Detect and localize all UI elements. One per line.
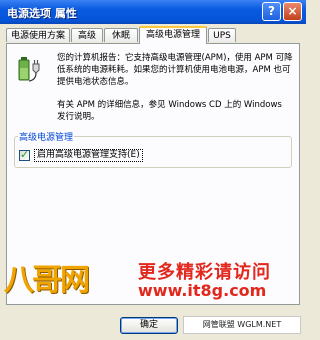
ok-button[interactable]: 确定 [120, 317, 178, 334]
tab-hibernate[interactable]: 休眠 [104, 28, 138, 42]
help-icon[interactable]: ? [262, 2, 281, 21]
apm-group-label: 高级电源管理 [18, 130, 75, 143]
window-title: 电源选项 属性 [7, 7, 77, 20]
site-watermark: 八哥网 更多精彩请访问 www.it8g.com [0, 255, 306, 315]
enable-apm-checkbox[interactable]: ✓ [19, 147, 30, 161]
tab-apm[interactable]: 高级电源管理 [139, 26, 207, 44]
power-options-dialog: 电源选项 属性 ? × 电源使用方案 高级 休眠 高级电源管理 UPS 您的计算… [0, 0, 306, 340]
watermark-logo: 八哥网 [4, 263, 90, 298]
tab-strip: 电源使用方案 高级 休眠 高级电源管理 UPS [6, 26, 300, 44]
watermark-url: www.it8g.com [138, 281, 267, 300]
tab-ups[interactable]: UPS [208, 28, 236, 42]
enable-apm-row[interactable]: ✓ 启用高级电源管理支持(E) [19, 148, 143, 162]
checkmark-icon: ✓ [20, 147, 30, 161]
title-bar[interactable]: 电源选项 属性 ? × [0, 0, 306, 24]
tab-advanced[interactable]: 高级 [71, 28, 103, 42]
apm-info-text: 您的计算机报告：它支持高级电源管理(APM)，使用 APM 可降低系统的电源耗耗… [57, 53, 293, 87]
apm-more-info-text: 有关 APM 的详细信息，参见 Windows CD 上的 Windows 发行… [57, 100, 282, 122]
enable-apm-label[interactable]: 启用高级电源管理支持(E) [34, 148, 143, 162]
tab-power-schemes[interactable]: 电源使用方案 [6, 28, 70, 42]
battery-plug-icon [18, 57, 40, 82]
footer-watermark: 网管联盟 WGLM.NET [183, 316, 301, 334]
close-icon[interactable]: × [283, 2, 302, 21]
